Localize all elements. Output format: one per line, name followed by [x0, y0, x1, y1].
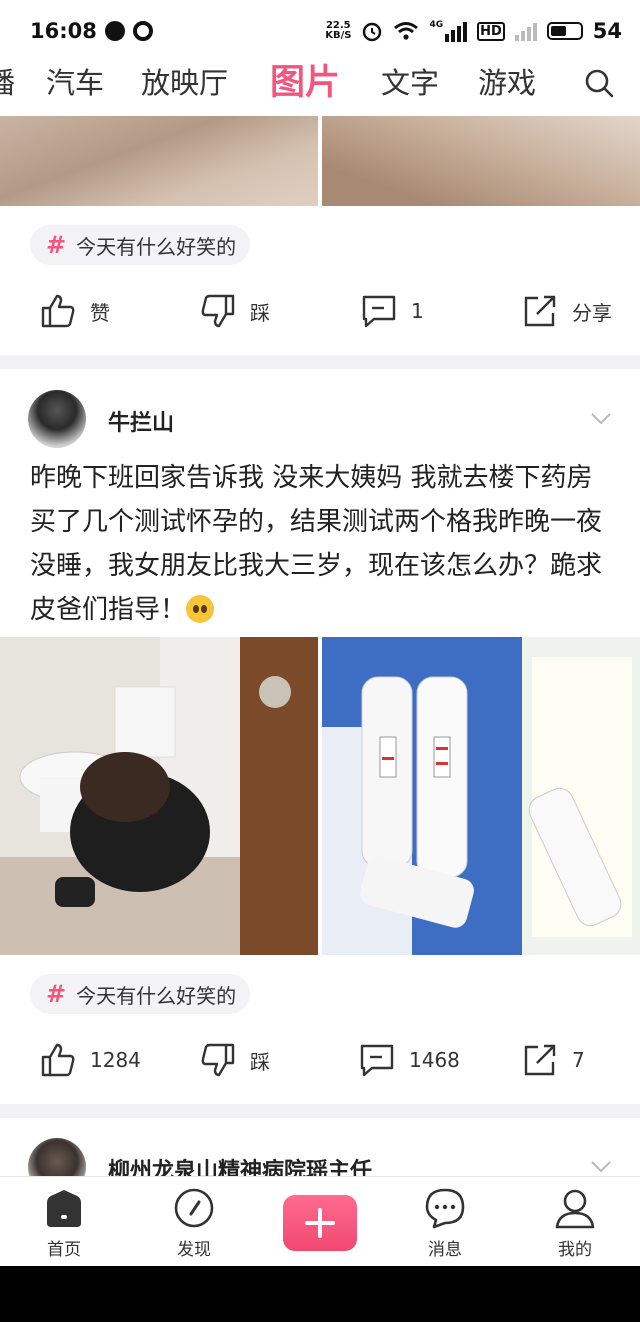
share-label: 分享 — [572, 300, 612, 325]
tab-text[interactable]: 文字 — [381, 60, 439, 102]
battery-icon — [546, 22, 583, 40]
bottom-nav: 首页 发现 消息 我的 — [0, 1176, 640, 1266]
compass-icon — [174, 1188, 214, 1228]
tab-pictures[interactable]: 图片 — [270, 54, 340, 105]
share-icon — [524, 295, 556, 327]
topic-label: 今天有什么好笑的 — [76, 234, 237, 259]
like-button[interactable]: 1284 — [40, 1042, 141, 1078]
message-bubble-icon — [425, 1188, 465, 1229]
comment-icon — [362, 295, 396, 328]
dislike-label: 踩 — [250, 1049, 270, 1074]
signal-empty-icon — [514, 21, 537, 41]
nav-home[interactable]: 首页 — [24, 1187, 104, 1260]
status-bar: 16:08 22.5 KB/S 4G HD 54 — [0, 0, 640, 62]
clock: 16:08 — [30, 19, 97, 43]
system-navigation-bar — [0, 1266, 640, 1322]
avatar[interactable] — [28, 390, 86, 448]
battery-percent: 54 — [592, 19, 622, 43]
nav-mine[interactable]: 我的 — [535, 1187, 615, 1260]
topic-tag[interactable]: # 今天有什么好笑的 — [30, 974, 251, 1014]
comment-button[interactable]: 1 — [361, 293, 424, 329]
post-divider — [0, 355, 640, 369]
network-speed: 22.5 KB/S — [325, 20, 352, 41]
app-notification-icon — [132, 21, 153, 41]
tab-games[interactable]: 游戏 — [478, 60, 536, 102]
comment-icon — [360, 1044, 394, 1077]
post-image[interactable] — [322, 116, 640, 206]
notification-dot-icon — [104, 21, 125, 41]
share-icon — [524, 1044, 556, 1076]
post-image[interactable] — [0, 637, 318, 955]
test-strips-photo-illustration — [322, 637, 640, 955]
comment-count: 1468 — [409, 1048, 460, 1072]
comment-button[interactable]: 1468 — [359, 1042, 460, 1078]
nav-messages[interactable]: 消息 — [405, 1187, 485, 1260]
share-button[interactable]: 7 — [522, 1042, 585, 1078]
thumbs-up-icon — [41, 1043, 75, 1077]
dislike-button[interactable]: 踩 — [200, 293, 270, 329]
post-divider — [0, 1104, 640, 1118]
post-image[interactable] — [322, 637, 640, 955]
create-post-button[interactable] — [283, 1195, 357, 1251]
alarm-icon — [363, 22, 382, 42]
dislike-button[interactable]: 踩 — [200, 1042, 270, 1078]
chevron-down-icon[interactable] — [590, 412, 612, 426]
profile-icon — [555, 1189, 595, 1229]
comment-count: 1 — [411, 299, 424, 323]
tab-cars[interactable]: 汽车 — [46, 60, 104, 102]
tab-cinema[interactable]: 放映厅 — [141, 60, 228, 102]
hashtag-icon: # — [46, 231, 67, 259]
share-button[interactable]: 分享 — [522, 293, 612, 329]
signal-4g-icon: 4G — [429, 20, 468, 42]
thumbs-down-icon — [201, 294, 235, 328]
home-icon — [47, 1190, 81, 1227]
hd-icon: HD — [477, 21, 505, 41]
category-tabs: 播 汽车 放映厅 图片 文字 游戏 — [0, 56, 640, 108]
bathroom-photo-illustration — [0, 637, 318, 955]
chevron-down-icon[interactable] — [590, 1160, 612, 1174]
dislike-label: 踩 — [250, 300, 270, 325]
topic-label: 今天有什么好笑的 — [76, 983, 237, 1008]
like-count: 1284 — [90, 1048, 141, 1072]
like-button[interactable]: 赞 — [40, 293, 110, 329]
nav-discover[interactable]: 发现 — [154, 1187, 234, 1260]
topic-tag[interactable]: # 今天有什么好笑的 — [30, 225, 251, 265]
pleading-face-emoji — [186, 595, 215, 623]
search-icon[interactable] — [584, 68, 614, 98]
thumbs-up-icon — [41, 294, 75, 328]
thumbs-down-icon — [201, 1043, 235, 1077]
like-label: 赞 — [90, 300, 110, 325]
post-text[interactable]: 昨晚下班回家告诉我 没来大姨妈 我就去楼下药房买了几个测试怀孕的，结果测试两个格… — [30, 456, 610, 632]
hashtag-icon: # — [46, 980, 67, 1008]
share-count: 7 — [572, 1048, 585, 1072]
post-image[interactable] — [0, 116, 318, 206]
tab-partial[interactable]: 播 — [0, 60, 15, 102]
wifi-icon — [394, 22, 419, 40]
author-name[interactable]: 牛拦山 — [108, 405, 174, 437]
